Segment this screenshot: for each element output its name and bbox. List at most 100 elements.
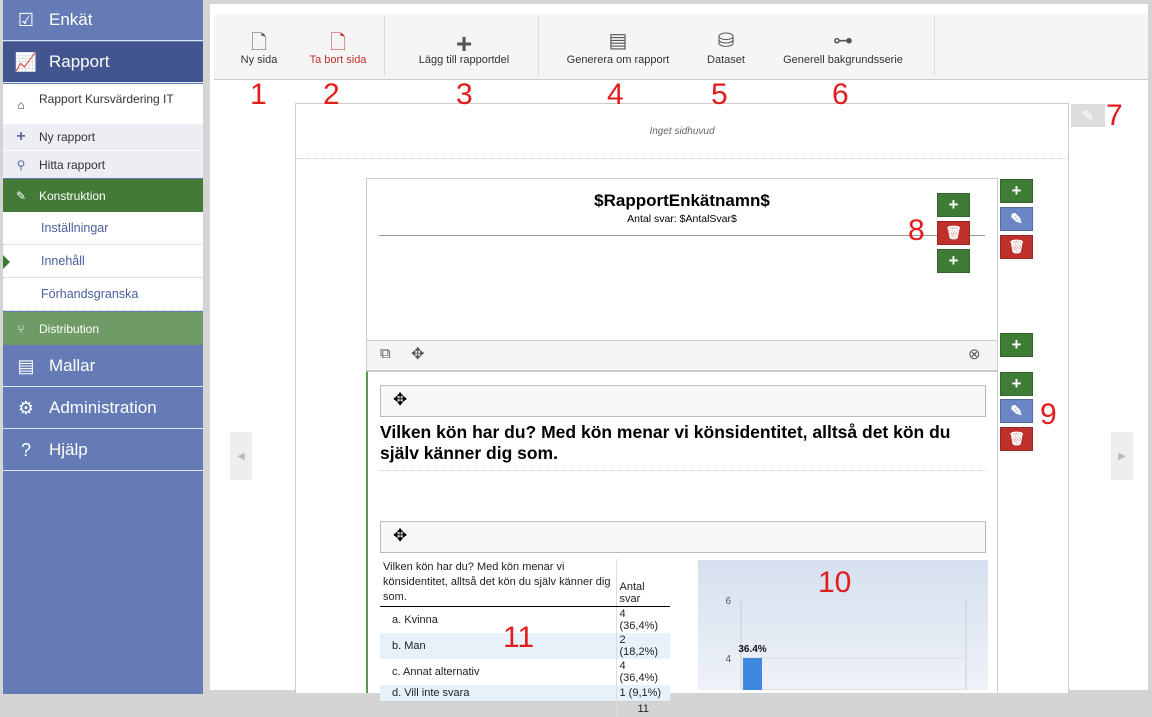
button-label: Lägg till rapportdel: [418, 54, 510, 66]
title-block: $RapportEnkätnamn$ Antal svar: $AntalSva…: [366, 178, 998, 341]
edit-part-button[interactable]: ✎: [1000, 399, 1033, 423]
gears-icon: ⚙: [17, 397, 35, 418]
delete-part-button[interactable]: 🗑: [1000, 235, 1033, 259]
button-label: Ta bort sida: [309, 54, 367, 66]
data-label: 36.4%: [738, 644, 766, 655]
row-value: 1 (9,1%): [619, 686, 662, 699]
current-report-label: Rapport Kursvärdering IT: [39, 92, 174, 106]
nav-mallar[interactable]: ▤ Mallar: [3, 346, 203, 387]
page-header[interactable]: Inget sidhuvud: [296, 104, 1068, 159]
row-label: d. Vill inte svara: [380, 685, 617, 701]
move-icon: ✥: [393, 526, 408, 545]
nav-label: Enkät: [49, 10, 93, 29]
move-icon[interactable]: ✥: [411, 344, 424, 364]
regenerate-report-button[interactable]: ▤ Generera om rapport: [554, 14, 682, 80]
nav-hjalp[interactable]: ? Hjälp: [3, 430, 203, 471]
column-header: Antal svar: [616, 559, 670, 607]
sidebar: ☑ Enkät 📈 Rapport ⌂ Rapport Kursvärdering I…: [3, 0, 203, 694]
plus-icon: +: [16, 128, 26, 145]
find-report-label: Hitta rapport: [39, 157, 106, 172]
row-label: c. Annat alternativ: [380, 659, 617, 685]
move-icon: ✥: [393, 390, 408, 409]
add-below-button[interactable]: +: [937, 249, 970, 273]
nav-administration[interactable]: ⚙ Administration: [3, 388, 203, 429]
chart-icon: 📈: [14, 51, 38, 72]
pencil-icon: ✎: [15, 188, 27, 203]
row-label: a. Kvinna: [380, 606, 617, 633]
edit-part-button[interactable]: ✎: [1000, 207, 1033, 231]
new-page-button[interactable]: 🗋 Ny sida: [224, 14, 294, 80]
button-label: Generell bakgrundsserie: [783, 54, 903, 66]
row-label: b. Man: [380, 633, 617, 659]
nav-rapport[interactable]: 📈 Rapport: [3, 42, 203, 83]
nav-konstruktion[interactable]: ✎ Konstruktion: [3, 179, 203, 212]
nav-label: Rapport: [49, 52, 110, 71]
clipboard-icon: ☑: [17, 9, 35, 30]
nav-settings[interactable]: Inställningar: [3, 212, 203, 245]
toolbar: 🗋 Ny sida 🗋 Ta bort sida + Lägg till rappor…: [214, 14, 1148, 80]
nav-content[interactable]: Innehåll: [3, 245, 203, 278]
add-report-part-button[interactable]: + Lägg till rapportdel: [394, 14, 534, 80]
title-divider: [379, 235, 985, 236]
close-icon[interactable]: ⊗: [968, 345, 981, 363]
plus-icon: +: [455, 28, 473, 59]
annotation: 5: [711, 78, 728, 111]
insert-part-button[interactable]: +: [1000, 333, 1033, 357]
divider: [384, 16, 385, 76]
drag-bar[interactable]: ✥: [380, 521, 986, 553]
nav-label: Inställningar: [41, 221, 109, 235]
active-arrow-icon: [3, 255, 10, 269]
edit-header-button[interactable]: ✎: [1071, 104, 1105, 127]
delete-page-icon: 🗋: [329, 32, 347, 54]
new-report[interactable]: + Ny rapport: [3, 124, 203, 151]
report-subtitle: Antal svar: $AntalSvar$: [627, 213, 737, 225]
help-icon: ?: [20, 439, 31, 460]
annotation: 4: [607, 78, 624, 111]
delete-part-button[interactable]: 🗑: [1000, 427, 1033, 451]
table-row: c. Annat alternativ 4 (36,4%): [380, 659, 670, 685]
annotation: 8: [908, 214, 925, 247]
nav-distribution[interactable]: ⑂ Distribution: [3, 312, 203, 345]
table-header: Vilken kön har du? Med kön menar vi köns…: [380, 559, 617, 607]
search-icon: ⚲: [16, 157, 26, 172]
database-icon: ⛁: [717, 30, 735, 52]
question-text: Vilken kön har du? Med kön menar vi köns…: [380, 422, 986, 471]
annotation: 10: [818, 566, 852, 599]
table-row: d. Vill inte svara 1 (9,1%): [380, 685, 670, 701]
nav-label: Mallar: [49, 356, 96, 375]
fork-icon: ⑂: [17, 321, 25, 336]
background-series-button[interactable]: ⊶ Generell bakgrundsserie: [768, 14, 918, 80]
tree-icon: ⊶: [833, 30, 853, 52]
annotation: 2: [323, 78, 340, 111]
nav-label: Administration: [49, 398, 157, 417]
nav-preview[interactable]: Förhandsgranska: [3, 278, 203, 311]
home-icon: ⌂: [17, 98, 25, 112]
y-tick-label: 6: [725, 596, 731, 607]
add-part-button[interactable]: +: [1000, 179, 1033, 203]
report-title: $RapportEnkätnamn$: [594, 191, 770, 210]
pencil-icon: ✎: [1081, 107, 1095, 125]
delete-page-button[interactable]: 🗋 Ta bort sida: [300, 14, 376, 80]
template-icon: ▤: [17, 355, 35, 376]
find-report[interactable]: ⚲ Hitta rapport: [3, 151, 203, 178]
next-page-arrow[interactable]: ▶: [1111, 432, 1133, 480]
divider: [538, 16, 539, 76]
current-report[interactable]: ⌂ Rapport Kursvärdering IT: [3, 84, 203, 124]
drag-bar[interactable]: ✥: [380, 385, 986, 417]
question-block: ✥ Vilken kön har du? Med kön menar vi kö…: [366, 371, 998, 717]
add-part-button[interactable]: +: [1000, 372, 1033, 396]
copy-icon[interactable]: ⧉: [380, 345, 391, 362]
annotation: 3: [456, 78, 473, 111]
row-value: 2 (18,2%): [619, 634, 659, 658]
dataset-button[interactable]: ⛁ Dataset: [696, 14, 756, 80]
new-report-label: Ny rapport: [39, 130, 96, 144]
row-value: 4 (36,4%): [619, 660, 659, 684]
delete-button[interactable]: 🗑: [937, 221, 970, 245]
prev-page-arrow[interactable]: ◀: [230, 432, 252, 480]
nav-label: Förhandsgranska: [41, 287, 139, 301]
add-above-button[interactable]: +: [937, 193, 970, 217]
button-label: Ny sida: [240, 54, 278, 66]
nav-label: Hjälp: [49, 440, 88, 459]
nav-enkat[interactable]: ☑ Enkät: [3, 0, 203, 41]
row-value: 4 (36,4%): [619, 608, 659, 632]
